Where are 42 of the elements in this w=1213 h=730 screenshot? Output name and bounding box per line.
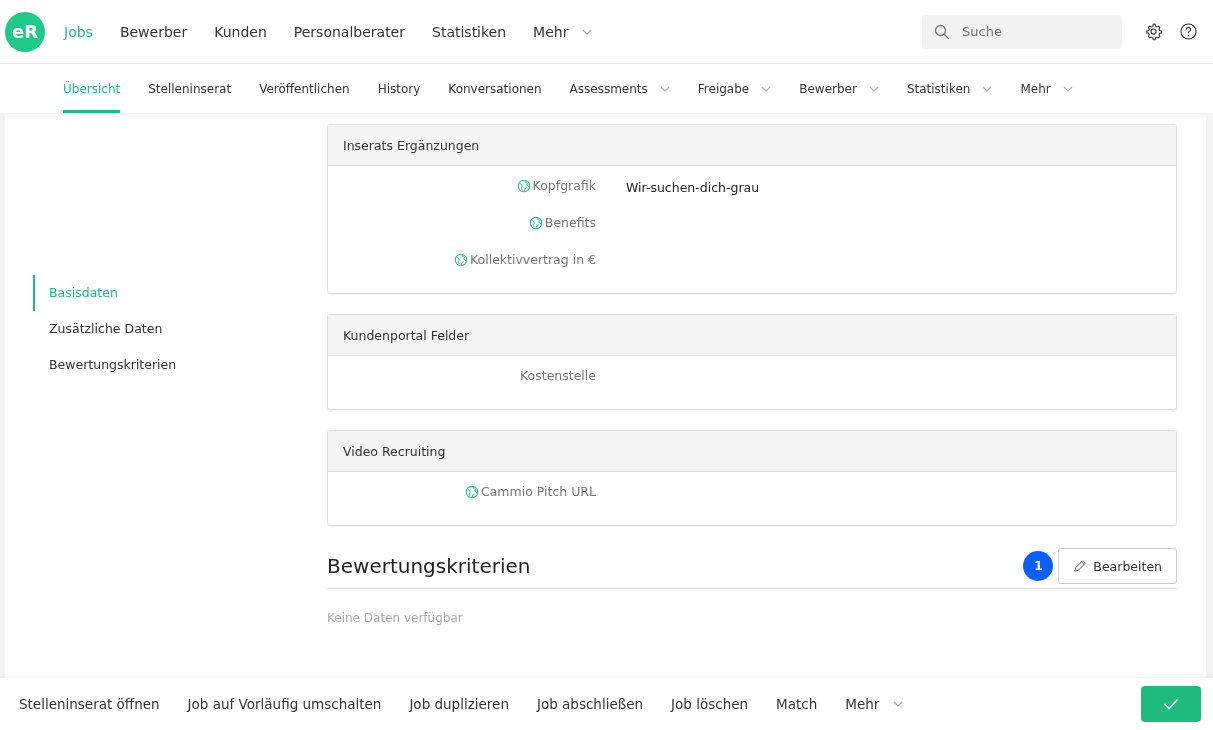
nav-tab[interactable]: Kunden [214, 23, 267, 40]
action-link[interactable]: Match [776, 696, 818, 712]
sub-tab[interactable]: Freigabe [697, 64, 772, 113]
sub-tab[interactable]: Veröffentlichen [259, 64, 350, 113]
sidebar-item[interactable]: Zusätzliche Daten [33, 311, 327, 347]
action-link[interactable]: Job löschen [671, 696, 749, 712]
pencil-icon [1073, 559, 1088, 573]
sub-tab[interactable]: Konversationen [448, 64, 542, 113]
empty-state-text: Keine Daten verfügbar [327, 611, 464, 625]
card-title: Kundenportal Felder [343, 327, 470, 343]
nav-tab[interactable]: Statistiken [432, 23, 507, 40]
card-title: Inserats Ergänzungen [343, 137, 480, 153]
action-link[interactable]: Job duplizieren [409, 696, 509, 712]
sub-tab[interactable]: Bewerber [799, 64, 879, 113]
sub-tab[interactable]: History [377, 64, 421, 113]
search-icon [934, 23, 950, 40]
sub-tab[interactable]: Mehr [1020, 64, 1073, 113]
edit-button[interactable]: Bearbeiten [1058, 548, 1177, 584]
action-link[interactable]: Job abschließen [536, 696, 644, 712]
count-badge: 1 [1023, 551, 1054, 581]
sub-tab[interactable]: Statistiken [906, 64, 993, 113]
card-title: Video Recruiting [343, 443, 446, 459]
nav-tab[interactable]: Bewerber [119, 23, 188, 40]
field-label: Cammio Pitch URL [480, 484, 596, 499]
help-icon[interactable] [1179, 22, 1198, 41]
nav-tab[interactable]: Personalberater [293, 23, 405, 40]
search-field[interactable]: Suche [922, 14, 1122, 49]
settings-icon[interactable] [1144, 22, 1163, 41]
field-label: Benefits [544, 215, 596, 230]
field-value: Wir-suchen-dich-grau [626, 180, 760, 195]
nav-tab[interactable]: Mehr [533, 23, 593, 40]
field-label: Kostenstelle [520, 368, 596, 383]
field-label: Kopfgrafik [532, 178, 596, 193]
action-link[interactable]: Stelleninserat öffnen [19, 696, 160, 712]
checkmark-icon [1163, 698, 1179, 710]
action-link[interactable]: Job auf Vorläufig umschalten [187, 696, 382, 712]
field-label: Kollektivvertrag in € [469, 252, 596, 267]
sub-tab[interactable]: Stelleninserat [148, 64, 232, 113]
section-title: Bewertungskriterien [327, 554, 532, 578]
action-link[interactable]: Mehr [845, 696, 904, 712]
sidebar-item[interactable]: Bewertungskriterien [33, 347, 327, 383]
sub-tab[interactable]: Assessments [569, 64, 670, 113]
